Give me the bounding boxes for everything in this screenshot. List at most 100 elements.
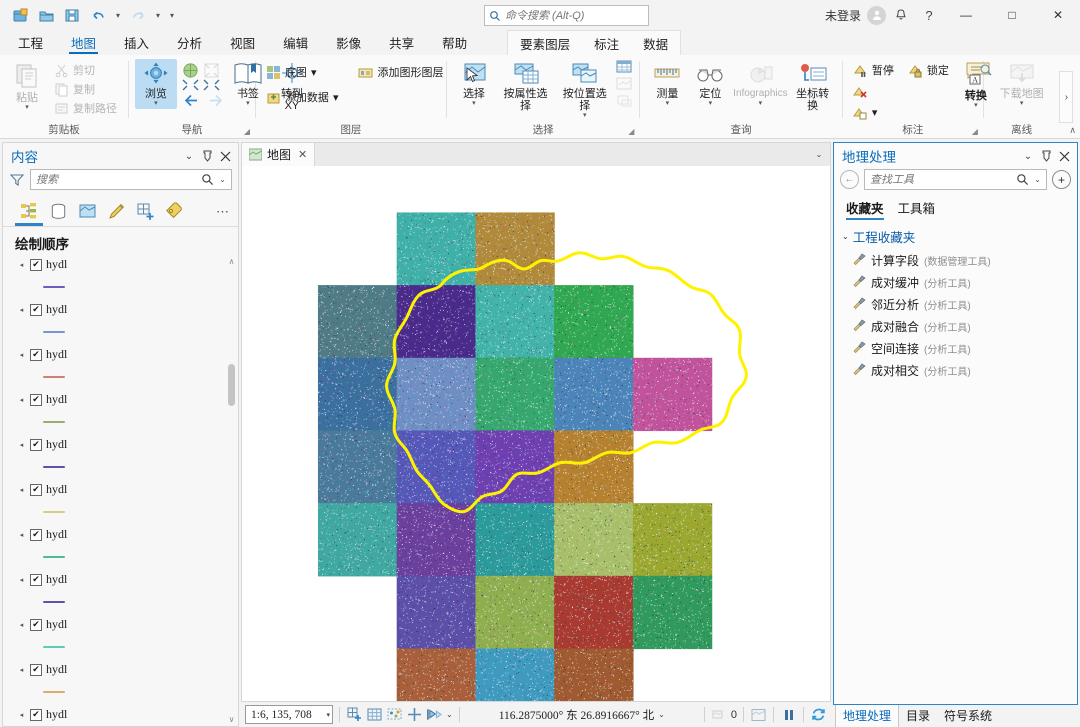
list-item[interactable]: ◂ ✔ hydl	[17, 660, 222, 705]
list-item[interactable]: ◂ ✔ hydl	[17, 480, 222, 525]
bookmarks-caret[interactable]: ▾	[246, 100, 250, 107]
search-input[interactable]	[36, 173, 198, 186]
layer-symbol-row[interactable]	[17, 273, 222, 300]
layer-visibility-checkbox[interactable]: ✔	[30, 258, 42, 271]
layer-row[interactable]: ◂ ✔ hydl	[17, 571, 222, 588]
layer-symbol-row[interactable]	[17, 363, 222, 390]
remove-labels-button[interactable]	[849, 83, 953, 100]
contents-search-box[interactable]: ⌄	[30, 169, 232, 190]
ribbon-collapse-button[interactable]: ∧	[1069, 125, 1076, 136]
layer-symbol-row[interactable]	[17, 633, 222, 660]
chevron-collapse-icon[interactable]: ◂	[17, 711, 26, 719]
list-item[interactable]: ◂ ✔ hydl	[17, 435, 222, 480]
list-item[interactable]: ◂ ✔ hydl	[17, 705, 222, 726]
chevron-collapse-icon[interactable]: ◂	[17, 666, 26, 674]
avatar[interactable]	[867, 5, 886, 25]
close-icon[interactable]: ✕	[298, 148, 307, 161]
line-symbol-swatch[interactable]	[43, 420, 65, 423]
chevron-collapse-icon[interactable]: ◂	[17, 621, 26, 629]
layer-visibility-checkbox[interactable]: ✔	[30, 438, 42, 451]
layer-row[interactable]: ◂ ✔ hydl	[17, 616, 222, 633]
chevron-collapse-icon[interactable]: ◂	[17, 351, 26, 359]
question-mark-icon[interactable]: ?	[916, 2, 942, 28]
ribbon-tab-map[interactable]: 地图	[57, 30, 110, 55]
more-label-caret[interactable]: ▾	[872, 106, 878, 119]
explore-button[interactable]: 浏览 ▾	[134, 59, 177, 109]
copy-path-button[interactable]: 复制路径	[50, 99, 121, 117]
layer-visibility-checkbox[interactable]: ✔	[30, 528, 42, 541]
pin-icon[interactable]	[198, 146, 216, 166]
ribbon-tab-share[interactable]: 共享	[375, 30, 428, 55]
layer-list-scrollbar[interactable]: ∧ ∨	[225, 255, 238, 726]
customize-qat-icon[interactable]: ▾	[166, 3, 178, 27]
close-icon[interactable]	[216, 146, 234, 166]
copy-button[interactable]: 复制	[50, 80, 121, 98]
list-item[interactable]: ◂ ✔ hydl	[17, 390, 222, 435]
map-raster-display[interactable]	[242, 166, 830, 701]
map-canvas[interactable]	[241, 166, 831, 702]
select-by-attributes-button[interactable]: 按属性选择	[497, 59, 554, 114]
command-search-input[interactable]	[505, 9, 644, 22]
close-button[interactable]: ✕	[1036, 0, 1080, 30]
line-symbol-swatch[interactable]	[43, 555, 65, 558]
layer-visibility-checkbox[interactable]: ✔	[30, 303, 42, 316]
layer-visibility-checkbox[interactable]: ✔	[30, 393, 42, 406]
minimize-button[interactable]: —	[944, 0, 988, 30]
line-symbol-swatch[interactable]	[43, 645, 65, 648]
zoom-out-arrows-icon[interactable]	[202, 78, 221, 92]
search-icon[interactable]	[198, 173, 216, 186]
add-data-caret[interactable]: ▾	[333, 91, 339, 104]
previous-extent-icon[interactable]	[182, 93, 201, 108]
basemap-caret[interactable]: ▾	[311, 66, 317, 79]
infographics-button[interactable]: Infographics ▾	[732, 59, 788, 109]
layer-visibility-checkbox[interactable]: ✔	[30, 348, 42, 361]
scroll-down-arrow[interactable]: ∨	[229, 713, 235, 726]
convert-labels-caret[interactable]: ▾	[974, 102, 978, 109]
contents-menu-caret[interactable]: ⌄	[180, 146, 198, 166]
paste-button[interactable]: 粘贴 ▾	[6, 59, 48, 113]
undo-dropdown-caret[interactable]: ▾	[112, 3, 124, 27]
ribbon-tab-view[interactable]: 视图	[216, 30, 269, 55]
ribbon-tab-analysis[interactable]: 分析	[163, 30, 216, 55]
list-by-snapping-icon[interactable]	[133, 199, 157, 225]
chevron-collapse-icon[interactable]: ◂	[17, 261, 26, 269]
ribbon-tab-data[interactable]: 数据	[631, 31, 680, 55]
scrollbar-thumb[interactable]	[228, 364, 235, 406]
layer-row[interactable]: ◂ ✔ hydl	[17, 706, 222, 723]
select-caret[interactable]: ▾	[472, 100, 476, 107]
layer-symbol-row[interactable]	[17, 453, 222, 480]
chevron-collapse-icon[interactable]: ◂	[17, 441, 26, 449]
maximize-button[interactable]: □	[990, 0, 1034, 30]
selection-dialog-launcher[interactable]: ◢	[625, 125, 637, 137]
ribbon-overflow-caret[interactable]: ›	[1059, 71, 1074, 123]
zoom-in-arrows-icon[interactable]	[181, 78, 200, 92]
list-item[interactable]: ◂ ✔ hydl	[17, 345, 222, 390]
bell-icon[interactable]	[888, 2, 914, 28]
add-data-button[interactable]: 添加数据 ▾	[262, 88, 343, 106]
filter-funnel-icon[interactable]	[9, 173, 25, 187]
list-item[interactable]: ◂ ✔ hydl	[17, 525, 222, 570]
layer-row[interactable]: ◂ ✔ hydl	[17, 481, 222, 498]
chevron-collapse-icon[interactable]: ◂	[17, 396, 26, 404]
layer-symbol-row[interactable]	[17, 678, 222, 705]
ribbon-tab-insert[interactable]: 插入	[110, 30, 163, 55]
layer-symbol-row[interactable]	[17, 588, 222, 615]
layer-symbol-row[interactable]	[17, 318, 222, 345]
line-symbol-swatch[interactable]	[43, 690, 65, 693]
list-by-data-source-icon[interactable]	[46, 199, 70, 225]
layer-row[interactable]: ◂ ✔ hydl	[17, 661, 222, 678]
download-map-button[interactable]: 下载地图 ▾	[997, 59, 1047, 109]
layer-visibility-checkbox[interactable]: ✔	[30, 483, 42, 496]
line-symbol-swatch[interactable]	[43, 285, 65, 288]
attribute-table-icon[interactable]	[615, 59, 633, 75]
more-label-button[interactable]: ▾	[849, 104, 953, 121]
undo-icon[interactable]	[86, 3, 110, 27]
measure-caret[interactable]: ▾	[666, 100, 670, 107]
new-project-icon[interactable]	[8, 3, 32, 27]
locate-button[interactable]: 定位 ▾	[689, 59, 731, 109]
select-button[interactable]: 选择 ▾	[453, 59, 495, 109]
measure-button[interactable]: 测量 ▾	[646, 59, 688, 109]
more-options-icon[interactable]: ⋯	[216, 204, 230, 220]
layer-symbol-row[interactable]	[17, 408, 222, 435]
save-project-icon[interactable]	[60, 3, 84, 27]
